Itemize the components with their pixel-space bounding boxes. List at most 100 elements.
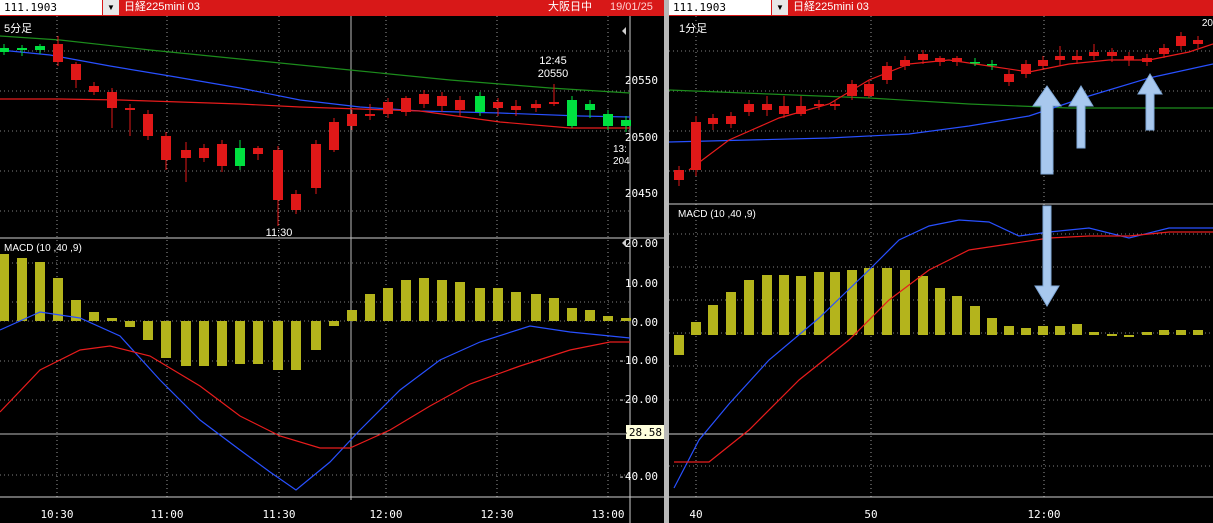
macd-hist-bar-21 bbox=[365, 294, 375, 321]
macd-hist-bar-29 bbox=[1159, 330, 1169, 335]
macd-hist-bar-5 bbox=[744, 280, 754, 335]
candle-15 bbox=[253, 148, 263, 154]
candle-33 bbox=[585, 104, 595, 110]
macd-hist-bar-33 bbox=[585, 310, 595, 321]
candle-27 bbox=[475, 96, 485, 112]
candle-4 bbox=[53, 44, 63, 62]
candle-3 bbox=[708, 118, 718, 124]
candle-21 bbox=[365, 114, 375, 116]
candle-7 bbox=[107, 92, 117, 108]
macd-hist-bar-24 bbox=[419, 278, 429, 321]
macd-hist-bar-25 bbox=[1089, 332, 1099, 335]
macd-hist-bar-1 bbox=[0, 254, 9, 321]
macd-hist-bar-7 bbox=[107, 318, 117, 321]
edge-label: 204 bbox=[613, 156, 630, 167]
candle-10 bbox=[830, 104, 840, 106]
time-axis-label: 10:30 bbox=[40, 508, 73, 521]
macd-hist-bar-26 bbox=[455, 282, 465, 321]
macd-axis-label: 20.00 bbox=[625, 237, 658, 250]
annotation-time-label: 12:45 bbox=[539, 55, 567, 67]
macd-hist-bar-28 bbox=[493, 288, 503, 321]
macd-hist-bar-16 bbox=[935, 288, 945, 335]
annotation-price-label: 20550 bbox=[538, 68, 569, 80]
candle-16 bbox=[273, 150, 283, 200]
macd-hist-bar-2 bbox=[691, 322, 701, 335]
macd-cursor-value: -28.58 bbox=[622, 426, 662, 439]
macd-hist-bar-14 bbox=[235, 321, 245, 364]
timeframe-label: 1分足 bbox=[679, 22, 707, 35]
candle-9 bbox=[814, 104, 824, 106]
macd-hist-bar-29 bbox=[511, 292, 521, 321]
candle-17 bbox=[291, 194, 301, 210]
macd-hist-bar-2 bbox=[17, 258, 27, 321]
up-arrow-icon bbox=[1032, 85, 1062, 175]
macd-hist-bar-32 bbox=[567, 308, 577, 321]
macd-hist-bar-1 bbox=[674, 335, 684, 355]
candle-25 bbox=[1089, 52, 1099, 56]
macd-hist-bar-27 bbox=[1124, 335, 1134, 337]
macd-axis-label: 10.00 bbox=[625, 277, 658, 290]
candle-18 bbox=[311, 144, 321, 188]
candle-14 bbox=[900, 60, 910, 66]
macd-signal-line bbox=[674, 231, 1213, 463]
candle-10 bbox=[161, 136, 171, 160]
candle-2 bbox=[17, 48, 27, 50]
edge-label: 13: bbox=[613, 144, 627, 155]
macd-hist-bar-28 bbox=[1142, 332, 1152, 335]
candle-6 bbox=[89, 86, 99, 92]
right-chart-canvas[interactable]: 1分足 MACD (10 ,40 ,9) 20 40 50 12:00 bbox=[669, 0, 1213, 523]
candle-30 bbox=[1176, 36, 1186, 46]
macd-hist-bar-14 bbox=[900, 270, 910, 335]
price-axis-label: 20550 bbox=[625, 74, 658, 87]
macd-hist-bar-19 bbox=[329, 321, 339, 326]
candle-16 bbox=[935, 58, 945, 62]
edge-label: 20 bbox=[1202, 18, 1213, 29]
macd-hist-bar-22 bbox=[1038, 326, 1048, 335]
time-axis-label: 50 bbox=[864, 508, 877, 521]
macd-hist-bar-10 bbox=[161, 321, 171, 358]
macd-axis-label: 0.00 bbox=[632, 316, 659, 329]
timeframe-label: 5分足 bbox=[4, 22, 32, 35]
candle-28 bbox=[493, 102, 503, 108]
macd-hist-bar-19 bbox=[987, 318, 997, 335]
candle-23 bbox=[1055, 56, 1065, 60]
macd-signal-line bbox=[0, 341, 630, 449]
macd-axis-label: -20.00 bbox=[618, 393, 658, 406]
up-arrow-icon bbox=[1137, 73, 1163, 131]
macd-hist-bar-15 bbox=[253, 321, 263, 364]
macd-line bbox=[673, 219, 1213, 489]
candle-1 bbox=[0, 48, 9, 52]
candle-22 bbox=[383, 102, 393, 114]
candle-8 bbox=[796, 106, 806, 114]
time-axis-label: 11:30 bbox=[262, 508, 295, 521]
macd-hist-bar-17 bbox=[291, 321, 301, 370]
candle-9 bbox=[143, 114, 153, 136]
candle-5 bbox=[71, 64, 81, 80]
macd-hist-bar-20 bbox=[347, 310, 357, 321]
time-axis-label: 12:00 bbox=[369, 508, 402, 521]
macd-hist-bar-24 bbox=[1072, 324, 1082, 335]
macd-hist-bar-4 bbox=[726, 292, 736, 335]
macd-hist-bar-12 bbox=[199, 321, 209, 366]
macd-hist-bar-11 bbox=[181, 321, 191, 366]
macd-hist-bar-34 bbox=[603, 316, 613, 321]
candle-1 bbox=[674, 170, 684, 180]
macd-axis-label: -40.00 bbox=[618, 470, 658, 483]
candle-17 bbox=[952, 58, 962, 62]
candle-13 bbox=[882, 66, 892, 80]
macd-hist-bar-3 bbox=[708, 305, 718, 335]
time-axis-label: 12:00 bbox=[1027, 508, 1060, 521]
candle-26 bbox=[455, 100, 465, 110]
macd-hist-bar-18 bbox=[970, 306, 980, 335]
macd-hist-bar-27 bbox=[475, 288, 485, 321]
price-axis-label: 20500 bbox=[625, 131, 658, 144]
macd-hist-bar-30 bbox=[1176, 330, 1186, 335]
macd-hist-bar-9 bbox=[143, 321, 153, 340]
candle-19 bbox=[329, 122, 339, 150]
candle-19 bbox=[987, 64, 997, 66]
left-chart-canvas[interactable]: 5分足MACD (10 ,40 ,9)20550205002045020.001… bbox=[0, 0, 664, 523]
candle-13 bbox=[217, 144, 227, 166]
macd-hist-bar-6 bbox=[89, 312, 99, 321]
candle-24 bbox=[1072, 56, 1082, 60]
macd-label: MACD (10 ,40 ,9) bbox=[4, 243, 82, 254]
